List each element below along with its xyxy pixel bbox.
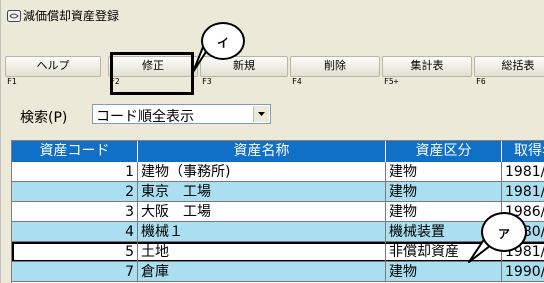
column-header-acquired[interactable]: 取得年 <box>502 141 544 162</box>
cell-name: 東京 工場 <box>138 182 386 202</box>
cell-category: 建物 <box>386 262 502 282</box>
title-bar: 減価償却資産登録 <box>1 0 544 28</box>
cell-code: 4 <box>12 222 138 242</box>
column-header-category[interactable]: 資産区分 <box>386 141 502 162</box>
cell-code: 5 <box>12 242 138 262</box>
overview-button-label[interactable]: 総括表 <box>474 56 544 77</box>
callout-bubble-a: ア <box>481 212 527 252</box>
highlight-box-edit <box>110 52 194 95</box>
cell-name: 土地 <box>138 242 386 262</box>
app-icon <box>7 10 21 22</box>
column-header-code[interactable]: 資産コード <box>12 141 138 162</box>
function-key-toolbar: ヘルプ F1 修正 F2 新規 F3 削除 F4 集計表 F5+ 総括表 F6 <box>5 56 544 90</box>
table-row[interactable]: 7 倉庫 建物 1990/ <box>12 262 544 282</box>
delete-button-label[interactable]: 削除 <box>290 56 380 77</box>
overview-button[interactable]: 総括表 F6 <box>474 56 544 90</box>
help-button-label[interactable]: ヘルプ <box>5 56 101 77</box>
cell-category: 建物 <box>386 202 502 222</box>
cell-name: 大阪 工場 <box>138 202 386 222</box>
cell-acquired: 1981/ <box>502 162 544 182</box>
cell-name: 機械１ <box>138 222 386 242</box>
summary-button[interactable]: 集計表 F5+ <box>382 56 474 90</box>
cell-name: 倉庫 <box>138 262 386 282</box>
column-header-name[interactable]: 資産名称 <box>138 141 386 162</box>
table-row-selected[interactable]: 5 土地 非償却資産 1981/ <box>12 242 544 262</box>
search-label: 検索(P) <box>20 110 68 126</box>
dropdown-button[interactable] <box>253 106 269 122</box>
search-order-value: コード順全表示 <box>96 109 194 125</box>
cell-acquired: 1990/ <box>502 262 544 282</box>
cell-acquired: 1981/ <box>502 182 544 202</box>
new-key-hint: F3 <box>202 77 212 86</box>
cell-code: 1 <box>12 162 138 182</box>
asset-table: 資産コード 資産名称 資産区分 取得年 1 建物（事務所) 建物 1981/ 2… <box>11 140 544 283</box>
cell-code: 3 <box>12 202 138 222</box>
summary-key-hint: F5+ <box>384 77 399 86</box>
search-order-select[interactable]: コード順全表示 <box>92 104 271 125</box>
app-window: 減価償却資産登録 ヘルプ F1 修正 F2 新規 F3 削除 F4 集計表 F5… <box>0 0 544 283</box>
overview-key-hint: F6 <box>476 77 486 86</box>
cell-code: 2 <box>12 182 138 202</box>
table-row[interactable]: 3 大阪 工場 建物 1986/ <box>12 202 544 222</box>
help-key-hint: F1 <box>7 77 17 86</box>
cell-category: 建物 <box>386 182 502 202</box>
summary-button-label[interactable]: 集計表 <box>382 56 472 77</box>
callout-bubble-i: イ <box>201 22 245 60</box>
table-header: 資産コード 資産名称 資産区分 取得年 <box>12 141 544 162</box>
callout-label-i: イ <box>216 36 229 50</box>
table-row[interactable]: 1 建物（事務所) 建物 1981/ <box>12 162 544 182</box>
delete-button[interactable]: 削除 F4 <box>290 56 382 90</box>
window-title: 減価償却資産登録 <box>23 9 120 23</box>
callout-label-a: ア <box>497 227 510 241</box>
delete-key-hint: F4 <box>292 77 302 86</box>
cell-name: 建物（事務所) <box>138 162 386 182</box>
table-row[interactable]: 2 東京 工場 建物 1981/ <box>12 182 544 202</box>
cell-code: 7 <box>12 262 138 282</box>
chevron-down-icon <box>258 112 265 116</box>
help-button[interactable]: ヘルプ F1 <box>5 56 103 90</box>
cell-category: 建物 <box>386 162 502 182</box>
table-row[interactable]: 4 機械１ 機械装置 1980/ <box>12 222 544 242</box>
